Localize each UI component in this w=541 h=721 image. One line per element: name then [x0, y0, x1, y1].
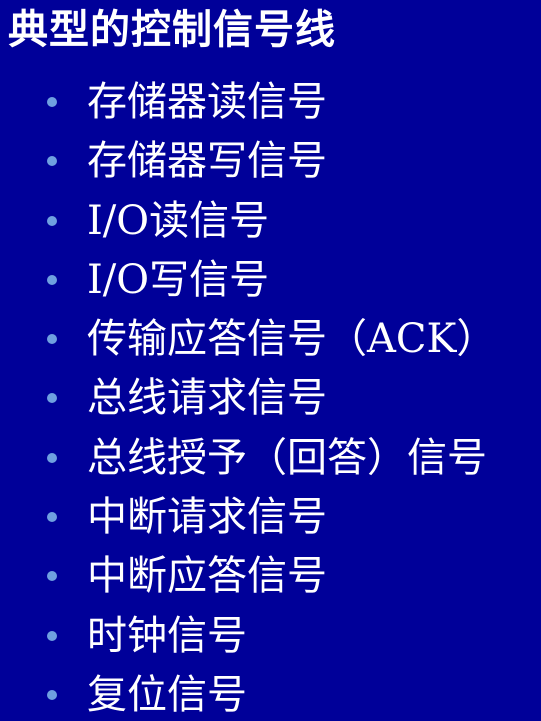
slide-title: 典型的控制信号线: [8, 7, 336, 53]
list-item-text: 总线授予（回答）信号: [87, 434, 487, 481]
list-item: I/O读信号: [0, 192, 541, 251]
list-item: 中断应答信号: [0, 547, 541, 606]
bullet-icon: [47, 334, 57, 345]
bullet-list: 存储器读信号 存储器写信号 I/O读信号 I/O写信号 传输应答信号（ACK） …: [0, 73, 541, 721]
list-item-text: 总线请求信号: [87, 375, 327, 422]
list-item: 存储器写信号: [0, 132, 541, 191]
slide: 典型的控制信号线 存储器读信号 存储器写信号 I/O读信号 I/O写信号 传输应…: [0, 0, 541, 721]
bullet-icon: [47, 393, 57, 404]
bullet-icon: [47, 274, 57, 285]
list-item: 传输应答信号（ACK）: [0, 310, 541, 369]
list-item-text: 传输应答信号（ACK）: [87, 316, 497, 363]
list-item: 复位信号: [0, 666, 541, 721]
list-item-text: 存储器读信号: [87, 79, 327, 125]
list-item-text: I/O读信号: [87, 197, 270, 244]
bullet-icon: [47, 156, 57, 167]
list-item-text: I/O写信号: [87, 256, 270, 303]
list-item-text: 复位信号: [87, 671, 247, 718]
list-item: 中断请求信号: [0, 488, 541, 547]
bullet-icon: [47, 97, 57, 107]
list-item-text: 中断请求信号: [87, 494, 327, 541]
list-item: 总线请求信号: [0, 369, 541, 428]
bullet-icon: [47, 571, 57, 582]
list-item: 时钟信号: [0, 607, 541, 666]
bullet-icon: [47, 512, 57, 523]
list-item: 存储器读信号: [0, 73, 541, 132]
list-item-text: 存储器写信号: [87, 138, 327, 185]
bullet-icon: [47, 630, 57, 641]
list-item: I/O写信号: [0, 251, 541, 310]
bullet-icon: [47, 689, 57, 700]
bullet-icon: [47, 452, 57, 463]
list-item-text: 时钟信号: [87, 612, 247, 659]
bullet-icon: [47, 215, 57, 226]
list-item: 总线授予（回答）信号: [0, 429, 541, 488]
list-item-text: 中断应答信号: [87, 553, 327, 600]
